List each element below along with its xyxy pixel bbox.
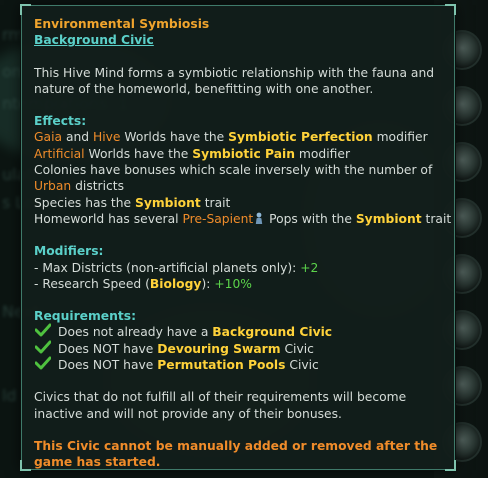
bg-ghost-text: on <box>2 62 22 81</box>
effect-line: Homeworld has several Pre-Sapient Pops w… <box>34 211 452 226</box>
effect-line: Species has the Symbiont trait <box>34 195 231 210</box>
civic-category-link[interactable]: Background Civic <box>34 32 442 48</box>
pop-icon <box>255 212 263 224</box>
effect-line: Colonies have bonuses which scale invers… <box>34 163 433 178</box>
checkmark-icon <box>35 356 53 370</box>
requirement-item: Does NOT have Devouring Swarm Civic <box>34 340 442 357</box>
requirement-item: Does not already have a Background Civic <box>34 323 442 340</box>
checkmark-icon <box>35 340 53 354</box>
corner-decoration <box>20 4 31 15</box>
checkmark-icon <box>35 323 53 337</box>
bg-ghost-text: ld <box>2 386 17 405</box>
requirements-note: Civics that do not fulfill all of their … <box>34 390 407 421</box>
modifiers-heading: Modifiers: <box>34 244 104 259</box>
civic-warning: This Civic cannot be manually added or r… <box>34 438 438 470</box>
effect-line: Urban districts <box>34 179 125 194</box>
effects-heading: Effects: <box>34 114 87 129</box>
corner-decoration <box>445 4 456 15</box>
requirements-heading: Requirements: <box>34 309 137 324</box>
modifier-line: - Max Districts (non-artificial planets … <box>34 260 319 275</box>
effect-line: Gaia and Hive Worlds have the Symbiotic … <box>34 130 428 145</box>
civic-description: This Hive Mind forms a symbiotic relatio… <box>34 65 435 96</box>
civic-tooltip: Environmental Symbiosis Background Civic… <box>20 4 456 471</box>
civic-title: Environmental Symbiosis <box>34 17 210 31</box>
corner-decoration <box>445 460 456 471</box>
modifier-line: - Research Speed (Biology): +10% <box>34 276 252 291</box>
corner-decoration <box>20 460 31 471</box>
requirement-item: Does NOT have Permutation Pools Civic <box>34 356 442 373</box>
effect-line: Artificial Worlds have the Symbiotic Pai… <box>34 146 350 161</box>
